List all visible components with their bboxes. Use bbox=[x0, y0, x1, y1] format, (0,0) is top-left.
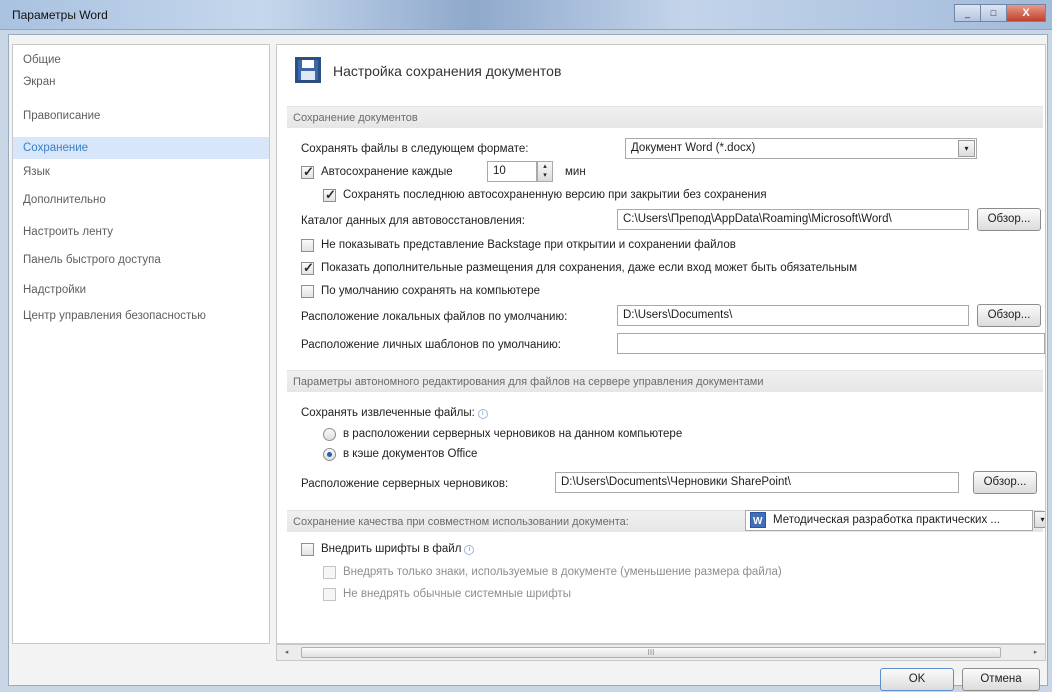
keep-last-checkbox[interactable] bbox=[323, 187, 336, 203]
sidebar-item-trust-center[interactable]: Центр управления безопасностью bbox=[13, 305, 269, 327]
embed-fonts-label: Внедрить шрифты в файл i bbox=[321, 543, 475, 555]
no-backstage-checkbox[interactable] bbox=[301, 239, 314, 252]
format-label: Сохранять файлы в следующем формате: bbox=[301, 143, 529, 155]
autosave-checkbox[interactable] bbox=[301, 164, 314, 180]
save-to-computer-checkbox[interactable] bbox=[301, 285, 314, 298]
autorecover-label: Каталог данных для автовосстановления: bbox=[301, 215, 525, 227]
show-additional-label: Показать дополнительные размещения для с… bbox=[321, 262, 857, 274]
window-controls: _ □ X bbox=[954, 4, 1046, 22]
horizontal-scrollbar[interactable]: ◂ III ▸ bbox=[276, 644, 1046, 661]
sidebar-item-language[interactable]: Язык bbox=[13, 161, 269, 183]
no-common-fonts-label: Не внедрять обычные системные шрифты bbox=[343, 588, 571, 600]
embed-fonts-checkbox[interactable] bbox=[301, 543, 314, 556]
radio-office-cache-label: в кэше документов Office bbox=[343, 448, 478, 460]
radio-server-drafts-label: в расположении серверных черновиков на д… bbox=[343, 428, 683, 440]
title-bar: Параметры Word _ □ X bbox=[0, 0, 1052, 30]
autorecover-browse-button[interactable]: Обзор... bbox=[977, 208, 1041, 231]
format-value: Документ Word (*.docx) bbox=[631, 142, 756, 154]
drafts-location-label: Расположение серверных черновиков: bbox=[301, 478, 509, 490]
sidebar-item-quick-access[interactable]: Панель быстрого доступа bbox=[13, 249, 269, 271]
minimize-button[interactable]: _ bbox=[954, 4, 980, 22]
keep-last-label: Сохранять последнюю автосохраненную верс… bbox=[343, 189, 767, 201]
fidelity-document-dropdown[interactable]: Методическая разработка практических ... bbox=[745, 510, 1033, 531]
info-icon: i bbox=[477, 409, 488, 419]
show-additional-checkbox[interactable] bbox=[301, 260, 314, 276]
word-document-icon bbox=[750, 512, 766, 530]
templates-label: Расположение личных шаблонов по умолчани… bbox=[301, 339, 561, 351]
autorecover-path-input[interactable]: C:\Users\Препод\AppData\Roaming\Microsof… bbox=[617, 209, 969, 230]
radio-office-cache[interactable] bbox=[323, 448, 336, 461]
close-button[interactable]: X bbox=[1006, 4, 1046, 22]
sidebar-item-addins[interactable]: Надстройки bbox=[13, 279, 269, 301]
sidebar-item-display[interactable]: Экран bbox=[13, 71, 269, 93]
autosave-label: Автосохранение каждые bbox=[321, 166, 453, 178]
sidebar: Общие Экран Правописание Сохранение Язык… bbox=[12, 44, 270, 644]
format-dropdown[interactable]: Документ Word (*.docx) ▾ bbox=[625, 138, 977, 159]
embed-used-only-checkbox[interactable] bbox=[323, 566, 336, 579]
floppy-disk-icon bbox=[295, 57, 321, 83]
ok-button[interactable]: OK bbox=[880, 668, 954, 691]
sidebar-item-save[interactable]: Сохранение bbox=[13, 137, 269, 159]
scroll-thumb[interactable]: III bbox=[301, 647, 1001, 658]
page-title: Настройка сохранения документов bbox=[333, 63, 562, 79]
sidebar-item-proofing[interactable]: Правописание bbox=[13, 105, 269, 127]
no-backstage-label: Не показывать представление Backstage пр… bbox=[321, 239, 736, 251]
fidelity-document-value: Методическая разработка практических ... bbox=[773, 514, 1000, 526]
save-to-computer-label: По умолчанию сохранять на компьютере bbox=[321, 285, 541, 297]
autosave-unit: мин bbox=[565, 166, 586, 178]
chevron-down-icon[interactable]: ▾ bbox=[958, 140, 975, 157]
save-checked-out-label: Сохранять извлеченные файлы: i bbox=[301, 407, 488, 419]
radio-server-drafts[interactable] bbox=[323, 428, 336, 441]
main-content: Настройка сохранения документов Сохранен… bbox=[276, 44, 1046, 644]
section-save-documents: Сохранение документов bbox=[287, 106, 1043, 128]
sidebar-item-advanced[interactable]: Дополнительно bbox=[13, 189, 269, 211]
drafts-browse-button[interactable]: Обзор... bbox=[973, 471, 1037, 494]
fidelity-chevron-down-icon[interactable]: ▾ bbox=[1034, 511, 1045, 528]
local-files-path-input[interactable]: D:\Users\Documents\ bbox=[617, 305, 969, 326]
spin-up-icon[interactable]: ▴ bbox=[538, 162, 552, 171]
scroll-left-icon[interactable]: ◂ bbox=[279, 646, 294, 659]
local-files-label: Расположение локальных файлов по умолчан… bbox=[301, 311, 568, 323]
cancel-button[interactable]: Отмена bbox=[962, 668, 1040, 691]
drafts-path-input[interactable]: D:\Users\Documents\Черновики SharePoint\ bbox=[555, 472, 959, 493]
sidebar-item-customize-ribbon[interactable]: Настроить ленту bbox=[13, 221, 269, 243]
autosave-spinner[interactable]: ▴ ▾ bbox=[537, 161, 553, 182]
maximize-button[interactable]: □ bbox=[980, 4, 1006, 22]
embed-used-only-label: Внедрять только знаки, используемые в до… bbox=[343, 566, 782, 578]
spin-down-icon[interactable]: ▾ bbox=[538, 171, 552, 180]
autosave-minutes-input[interactable]: 10 bbox=[487, 161, 537, 182]
window-title: Параметры Word bbox=[12, 8, 108, 22]
sidebar-item-general[interactable]: Общие bbox=[13, 49, 269, 71]
scroll-right-icon[interactable]: ▸ bbox=[1028, 646, 1043, 659]
fidelity-title: Сохранение качества при совместном испол… bbox=[293, 516, 629, 528]
info-icon: i bbox=[464, 545, 475, 555]
templates-path-input[interactable] bbox=[617, 333, 1045, 354]
section-offline-editing: Параметры автономного редактирования для… bbox=[287, 370, 1043, 392]
local-files-browse-button[interactable]: Обзор... bbox=[977, 304, 1041, 327]
no-common-fonts-checkbox[interactable] bbox=[323, 588, 336, 601]
